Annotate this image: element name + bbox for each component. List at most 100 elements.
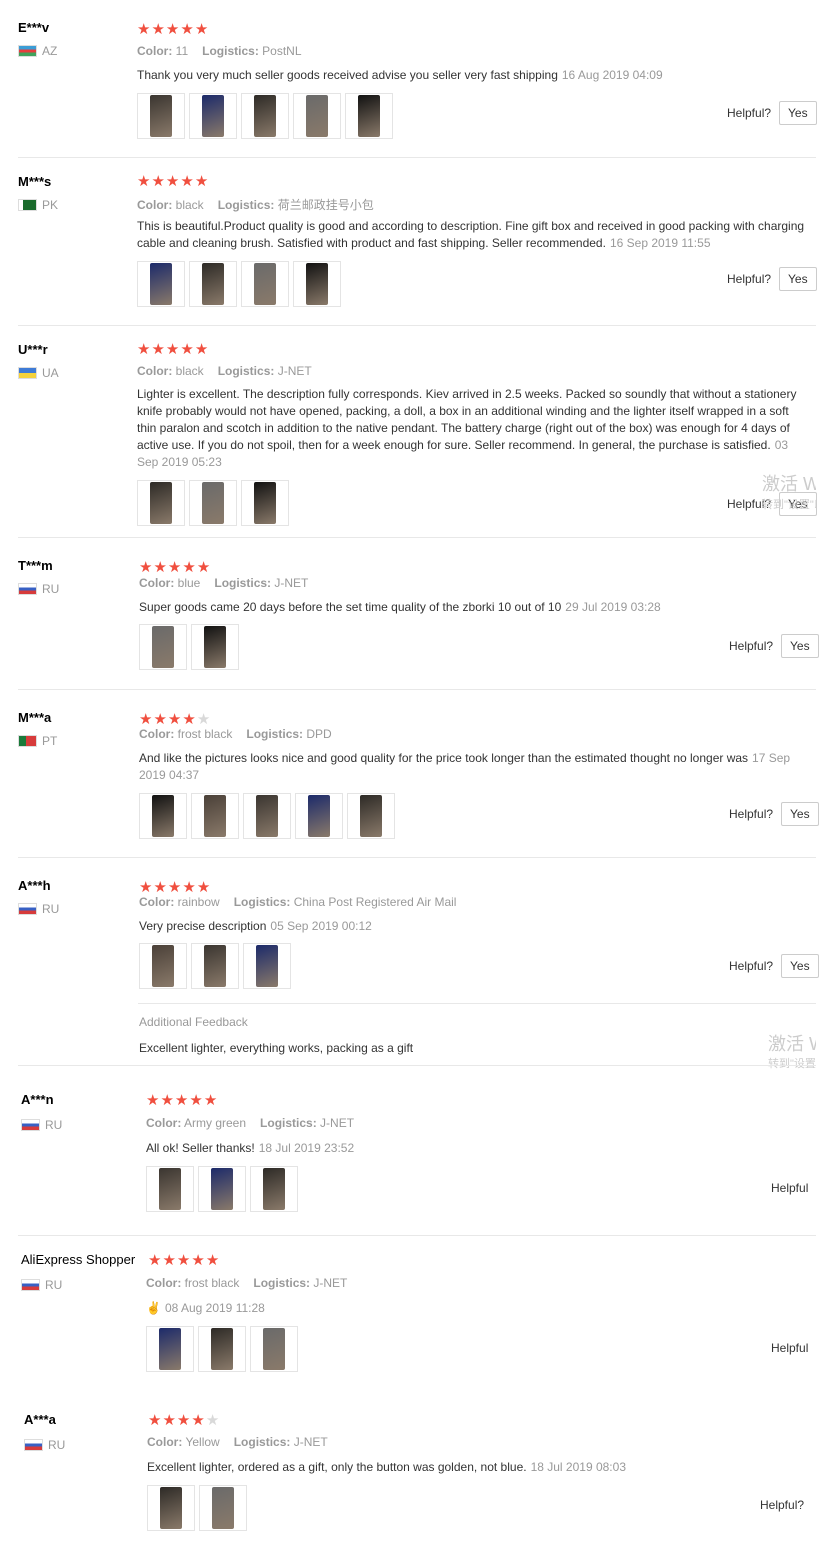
review-photo-thumbnail[interactable]: [347, 793, 395, 839]
review-photo-thumbnail[interactable]: [243, 793, 291, 839]
star-filled-icon: ★: [139, 711, 153, 728]
review-photo-thumbnail[interactable]: [241, 480, 289, 526]
flag-ru-icon: [24, 1439, 43, 1451]
reviewer-country: RU: [21, 1118, 62, 1132]
review-photo-thumbnail[interactable]: [137, 261, 185, 307]
review-photo-thumbnail[interactable]: [189, 480, 237, 526]
reviewer-name: U***r: [18, 342, 48, 357]
review-card: A***n RU ★ ★ ★ ★ ★ Color: Army green Logistic…: [0, 1066, 816, 1236]
photo-image: [202, 263, 224, 305]
photo-image: [254, 482, 276, 524]
review-photo-thumbnail[interactable]: [146, 1166, 194, 1212]
review-photo-thumbnail[interactable]: [137, 480, 185, 526]
flag-pt-icon: [18, 735, 37, 747]
review-photo-thumbnail[interactable]: [139, 943, 187, 989]
star-rating: ★ ★ ★ ★ ★: [139, 712, 211, 727]
review-photo-thumbnail[interactable]: [191, 943, 239, 989]
flag-ru-icon: [21, 1119, 40, 1131]
star-filled-icon: ★: [180, 341, 194, 358]
review-photo-thumbnail[interactable]: [293, 261, 341, 307]
star-filled-icon: ★: [167, 879, 182, 896]
review-photo-thumbnail[interactable]: [139, 793, 187, 839]
star-filled-icon: ★: [194, 341, 209, 358]
additional-feedback-text: Excellent lighter, everything works, pac…: [139, 1041, 414, 1055]
photo-image: [160, 1487, 182, 1529]
review-photo-thumbnail[interactable]: [241, 93, 289, 139]
photo-image: [254, 263, 276, 305]
review-photo-thumbnail[interactable]: [191, 793, 239, 839]
reviewer-country: PK: [18, 198, 58, 212]
review-meta: Color: blue Logistics: J-NET: [139, 576, 309, 590]
star-filled-icon: ★: [146, 1092, 160, 1109]
star-filled-icon: ★: [167, 711, 182, 728]
photo-image: [306, 95, 328, 137]
photo-image: [358, 95, 380, 137]
helpful-yes-button[interactable]: Yes: [779, 101, 817, 125]
review-photo-thumbnail[interactable]: [345, 93, 393, 139]
review-photo-thumbnail[interactable]: [250, 1166, 298, 1212]
additional-feedback-heading: Additional Feedback: [139, 1015, 248, 1029]
review-photo-thumbnail[interactable]: [199, 1485, 247, 1531]
review-photo-thumbnail[interactable]: [198, 1326, 246, 1372]
photo-image: [306, 263, 328, 305]
helpful-yes-button[interactable]: Yes: [781, 954, 819, 978]
photo-image: [212, 1487, 234, 1529]
review-card: A***a RU ★ ★ ★ ★ ★ Color: Yellow Logistics: J…: [0, 1396, 816, 1560]
review-photo-thumbnail[interactable]: [146, 1326, 194, 1372]
photo-image: [256, 795, 278, 837]
review-card: AliExpress Shopper RU ★ ★ ★ ★ ★ Color: frost…: [0, 1236, 816, 1396]
star-filled-icon: ★: [203, 1092, 218, 1109]
review-photo-thumbnail[interactable]: [137, 93, 185, 139]
review-photos: [146, 1326, 302, 1372]
photo-image: [202, 95, 224, 137]
photo-image: [211, 1328, 233, 1370]
reviewer-country: UA: [18, 366, 59, 380]
star-filled-icon: ★: [162, 1252, 176, 1269]
watermark-text: 激活 Windows: [762, 474, 816, 494]
star-filled-icon: ★: [165, 341, 180, 358]
helpful-yes-button[interactable]: Yes: [781, 634, 819, 658]
review-photo-thumbnail[interactable]: [241, 261, 289, 307]
photo-image: [159, 1168, 181, 1210]
star-filled-icon: ★: [182, 711, 196, 728]
star-filled-icon: ★: [162, 1412, 176, 1429]
photo-image: [308, 795, 330, 837]
review-photo-thumbnail[interactable]: [139, 624, 187, 670]
helpful-yes-button[interactable]: Yes: [779, 267, 817, 291]
photo-image: [360, 795, 382, 837]
star-filled-icon: ★: [194, 21, 209, 38]
flag-ua-icon: [18, 367, 37, 379]
star-filled-icon: ★: [182, 879, 196, 896]
helpful-prompt: Helpful? Yes: [727, 267, 817, 291]
star-filled-icon: ★: [153, 559, 167, 576]
star-filled-icon: ★: [148, 1412, 162, 1429]
review-text: Excellent lighter, ordered as a gift, on…: [147, 1460, 626, 1474]
review-photo-thumbnail[interactable]: [147, 1485, 195, 1531]
review-photo-thumbnail[interactable]: [295, 793, 343, 839]
review-photo-thumbnail[interactable]: [198, 1166, 246, 1212]
helpful-prompt: Helpful: [771, 1341, 809, 1355]
review-text: Very precise description 05 Sep 2019 00:1…: [139, 919, 372, 933]
review-photo-thumbnail[interactable]: [191, 624, 239, 670]
review-text: ✌ 08 Aug 2019 11:28: [146, 1301, 265, 1315]
helpful-prompt: Helpful?: [760, 1498, 805, 1512]
star-filled-icon: ★: [153, 879, 167, 896]
review-meta: Color: frost black Logistics: J-NET: [146, 1276, 348, 1290]
star-filled-icon: ★: [189, 1092, 203, 1109]
star-filled-icon: ★: [151, 21, 165, 38]
flag-ru-icon: [18, 583, 37, 595]
reviewer-country: RU: [24, 1438, 65, 1452]
review-text: Thank you very much seller goods receive…: [137, 68, 663, 82]
helpful-yes-button[interactable]: Yes: [781, 802, 819, 826]
review-photo-thumbnail[interactable]: [243, 943, 291, 989]
helpful-prompt: Helpful: [771, 1181, 809, 1195]
review-photo-thumbnail[interactable]: [189, 93, 237, 139]
review-photo-thumbnail[interactable]: [250, 1326, 298, 1372]
photo-image: [150, 263, 172, 305]
review-photo-thumbnail[interactable]: [293, 93, 341, 139]
star-filled-icon: ★: [205, 1252, 220, 1269]
star-rating: ★ ★ ★ ★ ★: [148, 1413, 220, 1428]
star-filled-icon: ★: [194, 173, 209, 190]
photo-image: [256, 945, 278, 987]
review-photo-thumbnail[interactable]: [189, 261, 237, 307]
